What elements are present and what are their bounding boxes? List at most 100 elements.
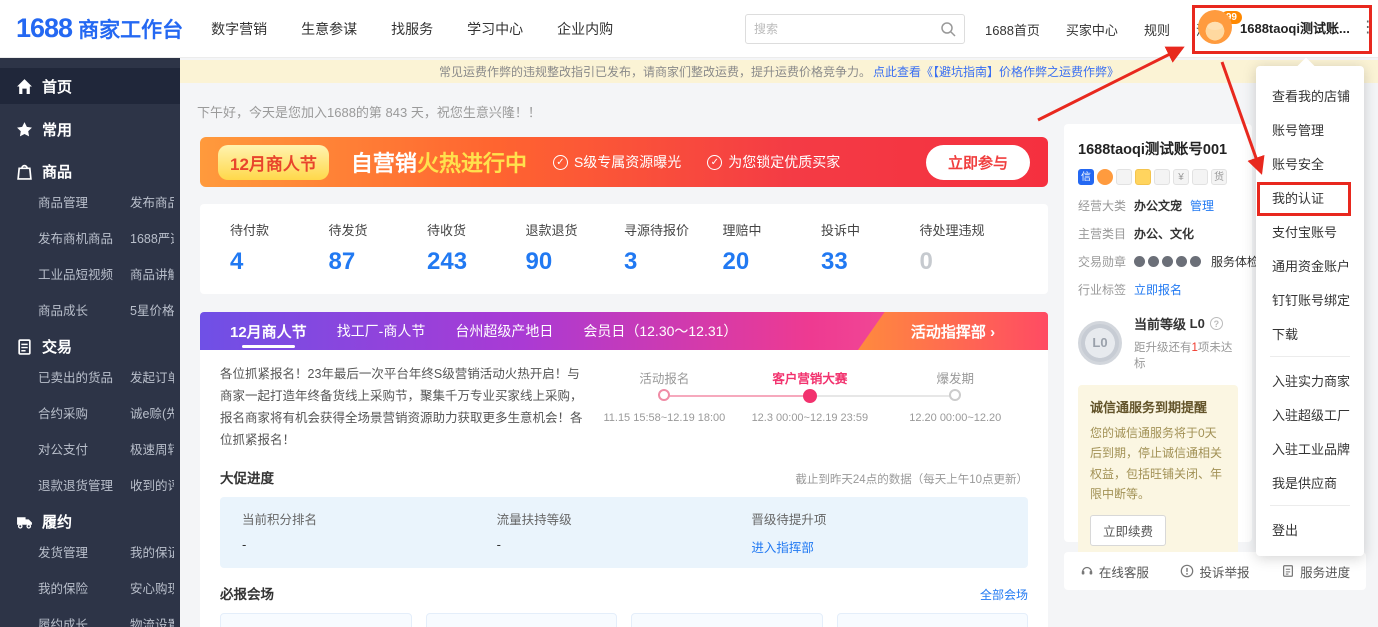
- search-input[interactable]: [746, 22, 940, 36]
- online-support-item[interactable]: 在线客服: [1080, 562, 1149, 581]
- tab-taizhou[interactable]: 台州超级产地日: [455, 312, 553, 350]
- stat-complaints[interactable]: 投诉中 33: [821, 220, 920, 294]
- link-1688-home[interactable]: 1688首页: [985, 20, 1040, 39]
- sidebar-link[interactable]: 商品管理: [38, 192, 130, 211]
- avatar[interactable]: [1198, 10, 1232, 44]
- sidebar-link[interactable]: 发起订单: [130, 367, 174, 386]
- menu-item-logout[interactable]: 登出: [1256, 512, 1364, 546]
- check-circle-icon: ✓: [707, 155, 722, 170]
- stat-pending-payment[interactable]: 待付款 4: [230, 220, 329, 294]
- activity-tabbar: 12月商人节 找工厂-商人节 台州超级产地日 会员日（12.30～12.31） …: [200, 312, 1048, 350]
- nav-digital-marketing[interactable]: 数字营销: [211, 19, 267, 39]
- sidebar-link[interactable]: 退款退货管理: [38, 475, 130, 494]
- sidebar-link[interactable]: 商品讲解视频: [130, 264, 174, 283]
- service-progress-item[interactable]: 服务进度: [1281, 562, 1350, 581]
- nav-business-advisor[interactable]: 生意参谋: [301, 19, 357, 39]
- nav-enterprise-purchase[interactable]: 企业内购: [557, 19, 613, 39]
- sidebar-item-favorites[interactable]: 常用: [0, 112, 180, 146]
- menu-item-dingtalk-binding[interactable]: 钉钉账号绑定: [1256, 282, 1364, 316]
- sidebar-link[interactable]: 发布商品: [130, 192, 174, 211]
- stat-refunds[interactable]: 退款退货 90: [526, 220, 625, 294]
- sidebar-link[interactable]: 发布商机商品: [38, 228, 130, 247]
- sidebar-section-fulfillment[interactable]: 履约: [0, 504, 180, 538]
- shield-badge-icon: [1135, 169, 1151, 185]
- menu-item-general-fund-account[interactable]: 通用资金账户: [1256, 248, 1364, 282]
- account-menu-trigger[interactable]: 1688taoqi测试账... ⋮: [1198, 10, 1376, 44]
- signup-now-link[interactable]: 立即报名: [1134, 281, 1182, 298]
- join-now-button[interactable]: 立即参与: [926, 145, 1030, 180]
- venue-card-live[interactable]: 12月商人节直播主会场 直播每满200-20，采满500返津贴: [220, 613, 412, 627]
- menu-item-join-industrial-brand[interactable]: 入驻工业品牌: [1256, 431, 1364, 465]
- sidebar-link[interactable]: 履约成长: [38, 614, 130, 627]
- manage-category-link[interactable]: 管理: [1190, 197, 1214, 214]
- menu-item-account-management[interactable]: 账号管理: [1256, 112, 1364, 146]
- main-category-row: 主营类目 办公、文化: [1078, 225, 1238, 242]
- sidebar-link[interactable]: 极速周转: [130, 439, 174, 458]
- all-venues-link[interactable]: 全部会场: [980, 586, 1028, 603]
- search-icon[interactable]: [940, 21, 956, 37]
- sidebar-item-home[interactable]: 首页: [0, 68, 180, 104]
- sidebar-section-trade[interactable]: 交易: [0, 329, 180, 363]
- logo-1688[interactable]: 1688 商家工作台: [16, 13, 183, 44]
- menu-item-i-am-supplier[interactable]: 我是供应商: [1256, 465, 1364, 499]
- venue-card-yanxuan[interactable]: 12月商人节严选特卖会场 大市场发布价8折，1件起批包邮: [631, 613, 823, 627]
- promo-banner[interactable]: 12月商人节 自营销 火热进行中 ✓ S级专属资源曝光 ✓ 为您锁定优质买家 立…: [200, 137, 1048, 187]
- venue-card-anxin[interactable]: 12月商人节安心购·现货... 双重会场曝光，首次开通还享优惠！: [426, 613, 618, 627]
- tab-december-festival[interactable]: 12月商人节: [230, 312, 307, 351]
- link-rules[interactable]: 规则: [1144, 20, 1170, 39]
- sidebar-link[interactable]: 1688严选: [130, 228, 174, 247]
- nav-find-services[interactable]: 找服务: [391, 19, 433, 39]
- progress-box: 当前积分排名 - 流量扶持等级 - 晋级待提升项 进入指挥部: [220, 497, 1028, 568]
- sidebar-link[interactable]: 安心购现货版: [130, 578, 174, 597]
- menu-item-account-security[interactable]: 账号安全: [1256, 146, 1364, 180]
- menu-item-join-power-merchant[interactable]: 入驻实力商家: [1256, 363, 1364, 397]
- command-center-button[interactable]: 活动指挥部 ›: [858, 312, 1048, 350]
- kebab-menu-icon[interactable]: ⋮: [1360, 17, 1376, 37]
- sidebar-link[interactable]: 5星价格力: [130, 300, 174, 319]
- notice-bar: 常见运费作弊的违规整改指引已发布，请商家们整改运费，提升运费价格竞争力。 点此查…: [180, 60, 1378, 83]
- nav-learning-center[interactable]: 学习中心: [467, 19, 523, 39]
- fulfillment-links: 发货管理 我的保证金 我的保险 安心购现货版 履约成长 物流设置 官方物流 物流…: [0, 538, 180, 627]
- link-buyer-center[interactable]: 买家中心: [1066, 20, 1118, 39]
- report-complaint-item[interactable]: 投诉举报: [1180, 562, 1249, 581]
- menu-item-alipay-account[interactable]: 支付宝账号: [1256, 214, 1364, 248]
- stat-violations[interactable]: 待处理违规 0: [920, 220, 1019, 294]
- timeline-circle: [658, 389, 670, 401]
- stat-pending-shipment[interactable]: 待发货 87: [329, 220, 428, 294]
- sidebar-link[interactable]: 发货管理: [38, 542, 130, 561]
- menu-item-download[interactable]: 下载: [1256, 316, 1364, 350]
- timeline-circle: [949, 389, 961, 401]
- question-icon[interactable]: ?: [1210, 317, 1223, 330]
- venue-card-sample[interactable]: 【必报】找工厂1元拿样 1元拿样包邮: [837, 613, 1029, 627]
- sidebar-link[interactable]: 物流设置: [130, 614, 174, 627]
- notice-link[interactable]: 点此查看《【避坑指南】价格作弊之运费作弊》: [873, 63, 1119, 80]
- sidebar-link[interactable]: 我的保证金: [130, 542, 174, 561]
- enter-command-center-link[interactable]: 进入指挥部: [751, 537, 1006, 556]
- renew-now-button[interactable]: 立即续费: [1090, 515, 1166, 546]
- stat-pending-receipt[interactable]: 待收货 243: [427, 220, 526, 294]
- menu-item-my-certification[interactable]: 我的认证: [1256, 180, 1364, 214]
- banner-badge: 12月商人节: [218, 145, 329, 180]
- sidebar-link[interactable]: 工业品短视频: [38, 264, 130, 283]
- sidebar-link[interactable]: 合约采购: [38, 403, 130, 422]
- sidebar-link[interactable]: 我的保险: [38, 578, 130, 597]
- sidebar-section-products[interactable]: 商品: [0, 154, 180, 188]
- sidebar-link[interactable]: 已卖出的货品: [38, 367, 130, 386]
- sidebar-link[interactable]: 收到的评价: [130, 475, 174, 494]
- sidebar-link[interactable]: 诚e赊(先采...: [130, 403, 174, 422]
- search-box[interactable]: [745, 14, 965, 44]
- venue-cards: 12月商人节直播主会场 直播每满200-20，采满500返津贴 12月商人节安心…: [220, 613, 1028, 627]
- sidebar-link[interactable]: 商品成长: [38, 300, 130, 319]
- stat-quote-requests[interactable]: 寻源待报价 3: [624, 220, 723, 294]
- menu-divider: [1270, 505, 1350, 506]
- top-header: 1688 商家工作台 数字营销 生意参谋 找服务 学习中心 企业内购 1688首…: [0, 0, 1378, 58]
- service-check-link[interactable]: 服务体检: [1211, 253, 1259, 270]
- stat-claims[interactable]: 理赔中 20: [723, 220, 822, 294]
- menu-item-view-shop[interactable]: 查看我的店铺: [1256, 78, 1364, 112]
- tab-member-day[interactable]: 会员日（12.30～12.31）: [583, 312, 737, 350]
- sidebar-link[interactable]: 对公支付: [38, 439, 130, 458]
- tab-find-factory[interactable]: 找工厂-商人节: [337, 312, 426, 350]
- timeline-step-signup: 活动报名 11.15 15:58~12.19 18:00: [592, 368, 737, 452]
- menu-item-join-super-factory[interactable]: 入驻超级工厂: [1256, 397, 1364, 431]
- circle-badge-icon: [1192, 169, 1208, 185]
